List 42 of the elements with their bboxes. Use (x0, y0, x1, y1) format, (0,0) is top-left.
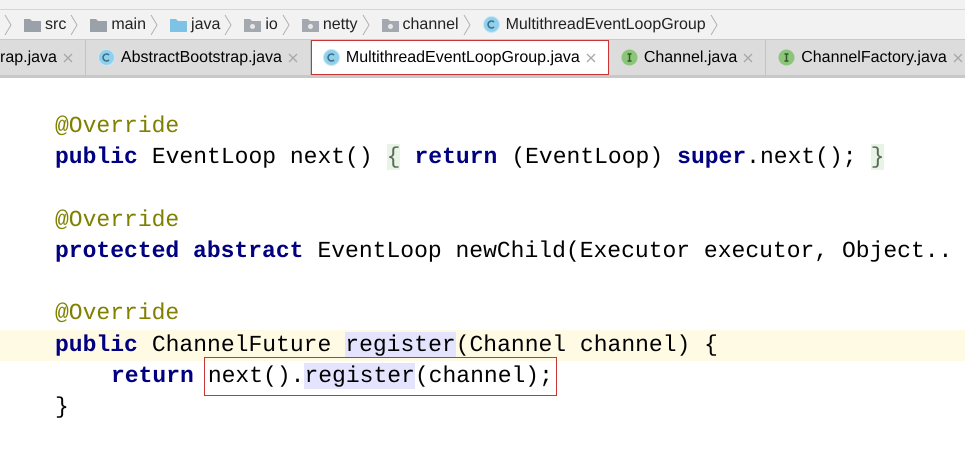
chevron-icon (282, 14, 290, 36)
class-icon (98, 49, 115, 66)
breadcrumb-item[interactable]: src (45, 12, 66, 36)
editor-tab[interactable]: AbstractBootstrap.java (86, 40, 311, 75)
breadcrumb-item[interactable]: io (265, 12, 278, 36)
close-icon[interactable] (288, 52, 298, 62)
chevron-icon (150, 14, 158, 36)
folder-icon (24, 18, 41, 32)
close-icon[interactable] (62, 52, 73, 62)
code-line: } (54, 392, 70, 422)
breadcrumb-item[interactable]: channel (402, 12, 459, 36)
chevron-icon (462, 14, 471, 36)
breadcrumb-item[interactable]: java (191, 12, 220, 36)
close-icon[interactable] (952, 52, 963, 62)
class-icon (322, 49, 340, 66)
editor-tab[interactable]: rap.java (0, 40, 86, 75)
class-icon (482, 16, 500, 33)
package-folder-icon (382, 18, 399, 32)
breadcrumb-item[interactable]: netty (322, 12, 358, 36)
close-icon[interactable] (586, 52, 596, 62)
code-line: @Override (54, 299, 180, 328)
breadcrumb-item[interactable]: MultithreadEventLoopGroup (506, 12, 706, 36)
code-line: protected abstract EventLoop newChild(Executor executor, Object.. (54, 236, 954, 266)
interface-icon (620, 49, 638, 66)
chevron-icon (362, 14, 370, 36)
code-line: @Override (54, 206, 180, 235)
chevron-icon (4, 14, 12, 36)
folder-icon (170, 18, 188, 32)
close-icon[interactable] (743, 52, 754, 62)
package-folder-icon (244, 18, 262, 32)
code-line: public EventLoop next() { return (EventLoop) super.next(); } (54, 143, 886, 172)
interface-icon (778, 49, 796, 66)
chevron-icon (710, 14, 718, 36)
package-folder-icon (302, 18, 319, 32)
editor-tab[interactable]: Channel.java (608, 40, 766, 75)
chevron-icon (224, 14, 232, 36)
chevron-icon (70, 14, 78, 36)
editor-tab[interactable]: ChannelFactory.java (766, 40, 965, 75)
breadcrumb-item[interactable]: main (111, 12, 146, 36)
folder-icon (90, 18, 108, 32)
code-line: @Override (54, 112, 180, 142)
editor-tab[interactable]: MultithreadEventLoopGroup.java (310, 40, 609, 75)
